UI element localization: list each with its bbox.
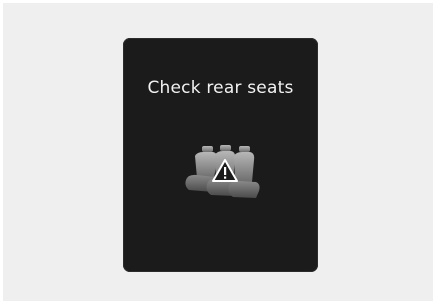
cluster-display: Check rear seats [123,38,318,272]
alert-message: Check rear seats [147,78,294,98]
rear-seats-warning-icon [185,145,260,198]
